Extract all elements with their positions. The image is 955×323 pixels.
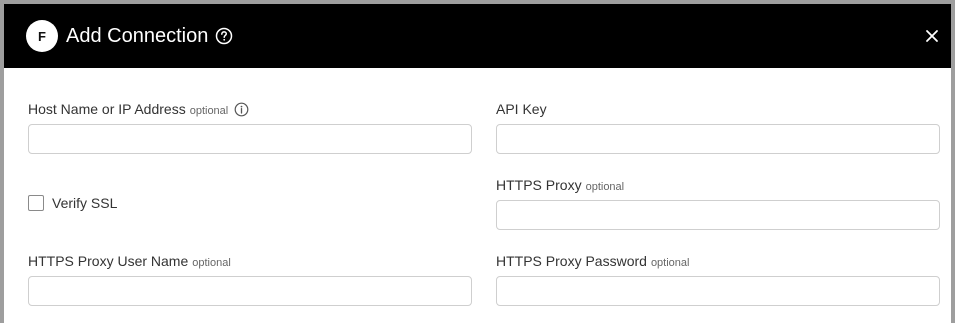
verify-ssl-label: Verify SSL — [52, 195, 118, 211]
host-input[interactable] — [28, 124, 472, 154]
dialog-title: Add Connection — [66, 25, 209, 47]
add-connection-dialog: F Add Connection Host Name or IP Address… — [4, 4, 951, 323]
host-label-text: Host Name or IP Address — [28, 101, 186, 117]
proxy-password-label-text: HTTPS Proxy Password — [496, 253, 647, 269]
host-label: Host Name or IP Address optional — [28, 100, 228, 120]
proxy-password-optional-tag: optional — [650, 257, 690, 269]
api-key-label: API Key — [496, 100, 547, 118]
proxy-password-label: HTTPS Proxy Password optional — [496, 252, 689, 272]
app-logo: F — [26, 20, 58, 52]
https-proxy-optional-tag: optional — [585, 181, 625, 193]
https-proxy-input[interactable] — [496, 200, 940, 230]
close-icon[interactable] — [924, 28, 940, 44]
https-proxy-label: HTTPS Proxy optional — [496, 176, 624, 196]
proxy-user-label-text: HTTPS Proxy User Name — [28, 253, 189, 269]
api-key-input[interactable] — [496, 124, 940, 154]
proxy-password-input[interactable] — [496, 276, 940, 306]
logo-mark: F — [38, 28, 46, 44]
verify-ssl-checkbox[interactable] — [28, 195, 44, 211]
proxy-user-optional-tag: optional — [192, 257, 231, 269]
https-proxy-label-text: HTTPS Proxy — [496, 177, 582, 193]
proxy-user-input[interactable] — [28, 276, 472, 306]
question-circle-icon[interactable] — [215, 27, 233, 45]
info-icon[interactable] — [234, 102, 249, 117]
proxy-user-label: HTTPS Proxy User Name optional — [28, 252, 231, 272]
dialog-header: F Add Connection — [4, 4, 951, 68]
api-key-label-text: API Key — [496, 101, 547, 117]
host-optional-tag: optional — [189, 105, 229, 117]
